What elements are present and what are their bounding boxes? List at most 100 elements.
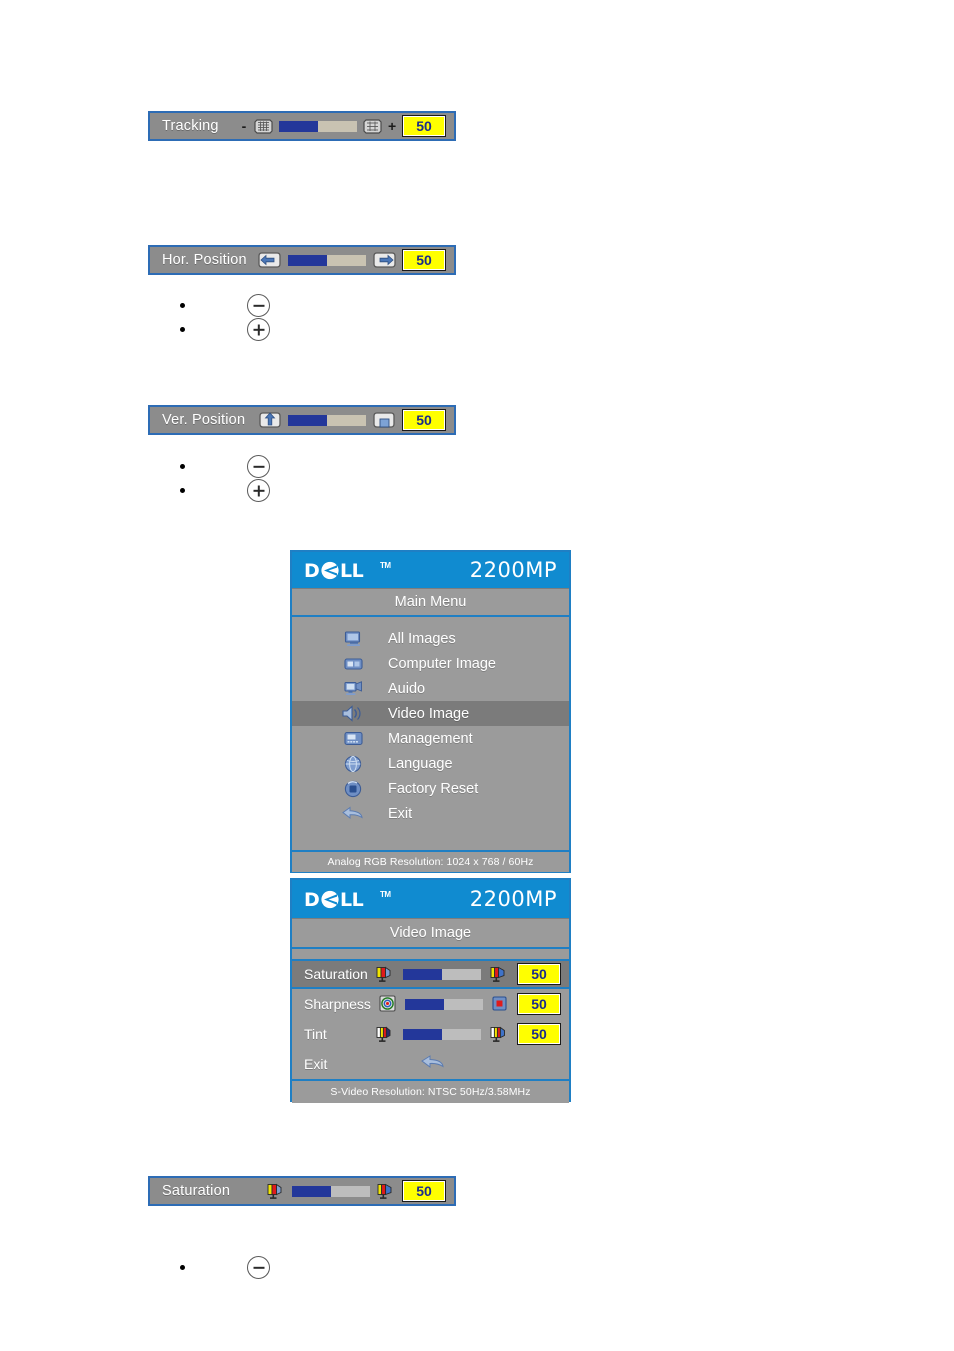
plus-circle-icon[interactable] <box>247 479 270 502</box>
sharpness-controls: 50 <box>379 993 561 1015</box>
menu-item-label: Language <box>388 755 453 772</box>
video-image-osd-panel: D LL TM 2200MP Video Image Saturation 50… <box>290 878 571 1103</box>
video-row-saturation[interactable]: Saturation 50 <box>292 959 569 989</box>
hor-position-slider[interactable] <box>288 254 366 266</box>
sharpness-target-icon <box>379 995 396 1012</box>
ver-position-slider[interactable] <box>288 414 366 426</box>
saturation-value-box[interactable]: 50 <box>517 963 561 985</box>
ver-position-label: Ver. Position <box>162 412 246 428</box>
bullet-dot <box>180 464 185 469</box>
tracking-label: Tracking <box>162 118 219 134</box>
saturation-label: Saturation <box>162 1183 231 1199</box>
hor-position-value: 50 <box>416 252 432 268</box>
menu-item-auido[interactable]: Auido <box>292 676 569 701</box>
video-row-exit[interactable]: Exit <box>292 1049 569 1079</box>
hor-position-slider-fill <box>288 254 327 266</box>
tint-swatch-left-icon <box>376 1026 391 1042</box>
ver-position-adjustment-bar[interactable]: Ver. Position 50 <box>148 405 456 435</box>
trademark-label: TM <box>380 560 391 570</box>
main-menu-title: Main Menu <box>292 588 569 615</box>
menu-item-factory-reset[interactable]: Factory Reset <box>292 776 569 801</box>
menu-item-computer-image[interactable]: Computer Image <box>292 651 569 676</box>
tracking-adjustment-bar[interactable]: Tracking - + 50 <box>148 111 456 141</box>
plus-sign: + <box>388 118 397 134</box>
bullet-dot <box>180 488 185 493</box>
menu-item-label: Exit <box>388 805 413 822</box>
video-row-sharpness[interactable]: Sharpness 50 <box>292 989 569 1019</box>
tint-value-box[interactable]: 50 <box>517 1023 561 1045</box>
menu-item-exit[interactable]: Exit <box>292 801 569 826</box>
tracking-slider-fill <box>279 120 318 132</box>
hor-position-adjustment-bar[interactable]: Hor. Position 50 <box>148 245 456 275</box>
saturation-bar-slider[interactable] <box>292 1185 370 1197</box>
audio-monitor-icon <box>340 680 366 697</box>
menu-item-language[interactable]: Language <box>292 751 569 776</box>
video-image-top-spacer <box>292 949 569 959</box>
svg-text:D: D <box>304 890 319 909</box>
main-menu-footer: Analog RGB Resolution: 1024 x 768 / 60Hz <box>292 850 569 872</box>
ver-position-increase-row <box>180 479 300 502</box>
ver-position-slider-fill <box>288 414 327 426</box>
color-swatch-high-icon <box>490 966 505 982</box>
menu-item-management[interactable]: Management <box>292 726 569 751</box>
tint-slider-fill <box>403 1028 442 1040</box>
saturation-bar-value: 50 <box>416 1183 432 1199</box>
management-icon <box>340 731 366 746</box>
bullet-dot <box>180 327 185 332</box>
minus-sign: - <box>241 118 247 134</box>
dell-logo: D LL TM <box>304 561 391 580</box>
hor-position-controls: 50 <box>258 249 446 271</box>
ver-position-value-box[interactable]: 50 <box>402 409 446 431</box>
menu-item-video-image[interactable]: Video Image <box>292 701 569 726</box>
sharpness-value: 50 <box>531 996 547 1012</box>
menu-item-label: All Images <box>388 630 456 647</box>
video-image-body: Saturation 50 Sharpness 50 Tint 50 Exit <box>292 947 569 1079</box>
minus-circle-icon[interactable] <box>247 455 270 478</box>
saturation-slider-fill <box>403 968 442 980</box>
tint-slider[interactable] <box>403 1028 481 1040</box>
plus-circle-icon[interactable] <box>247 318 270 341</box>
video-row-tint[interactable]: Tint 50 <box>292 1019 569 1049</box>
video-image-footer: S-Video Resolution: NTSC 50Hz/3.58MHz <box>292 1079 569 1103</box>
svg-text:D: D <box>304 561 319 580</box>
arrow-down-box-icon <box>373 412 395 428</box>
saturation-bar-value-box[interactable]: 50 <box>402 1180 446 1202</box>
sharpness-slider[interactable] <box>405 998 483 1010</box>
color-swatch-low-icon <box>267 1183 282 1199</box>
svg-text:LL: LL <box>340 890 364 909</box>
video-row-label: Tint <box>304 1026 327 1042</box>
factory-reset-icon <box>340 780 366 798</box>
exit-arrow-icon <box>340 806 366 821</box>
saturation-controls: 50 <box>375 963 561 985</box>
video-row-label: Sharpness <box>304 996 371 1012</box>
sharpness-square-icon <box>492 996 507 1011</box>
menu-item-label: Auido <box>388 680 426 697</box>
computer-image-icon <box>340 657 366 671</box>
sharpness-value-box[interactable]: 50 <box>517 993 561 1015</box>
ver-position-controls: 50 <box>258 409 446 431</box>
tint-swatch-right-icon <box>490 1026 505 1042</box>
hor-position-value-box[interactable]: 50 <box>402 249 446 271</box>
bullet-dot <box>180 1265 185 1270</box>
saturation-slider[interactable] <box>403 968 481 980</box>
video-image-header: D LL TM 2200MP <box>292 880 569 918</box>
menu-item-label: Management <box>388 730 473 747</box>
model-name: 2200MP <box>469 887 557 911</box>
tracking-slider[interactable] <box>279 120 357 132</box>
menu-item-all-images[interactable]: All Images <box>292 626 569 651</box>
trademark-label: TM <box>380 889 391 899</box>
sharpness-slider-fill <box>405 998 444 1010</box>
minus-circle-icon[interactable] <box>247 294 270 317</box>
svg-text:LL: LL <box>340 561 364 580</box>
saturation-adjustment-bar[interactable]: Saturation 50 <box>148 1176 456 1206</box>
arrow-left-box-icon <box>258 252 281 268</box>
saturation-decrease-row <box>180 1256 300 1279</box>
bullet-dot <box>180 303 185 308</box>
tracking-value-box[interactable]: 50 <box>402 115 446 137</box>
main-menu-header: D LL TM 2200MP <box>292 552 569 588</box>
color-swatch-high-icon <box>377 1183 392 1199</box>
saturation-bar-slider-fill <box>292 1185 331 1197</box>
video-row-label: Exit <box>304 1056 328 1072</box>
minus-circle-icon[interactable] <box>247 1256 270 1279</box>
main-menu-body: All Images Computer Image Auido Video Im… <box>292 615 569 850</box>
